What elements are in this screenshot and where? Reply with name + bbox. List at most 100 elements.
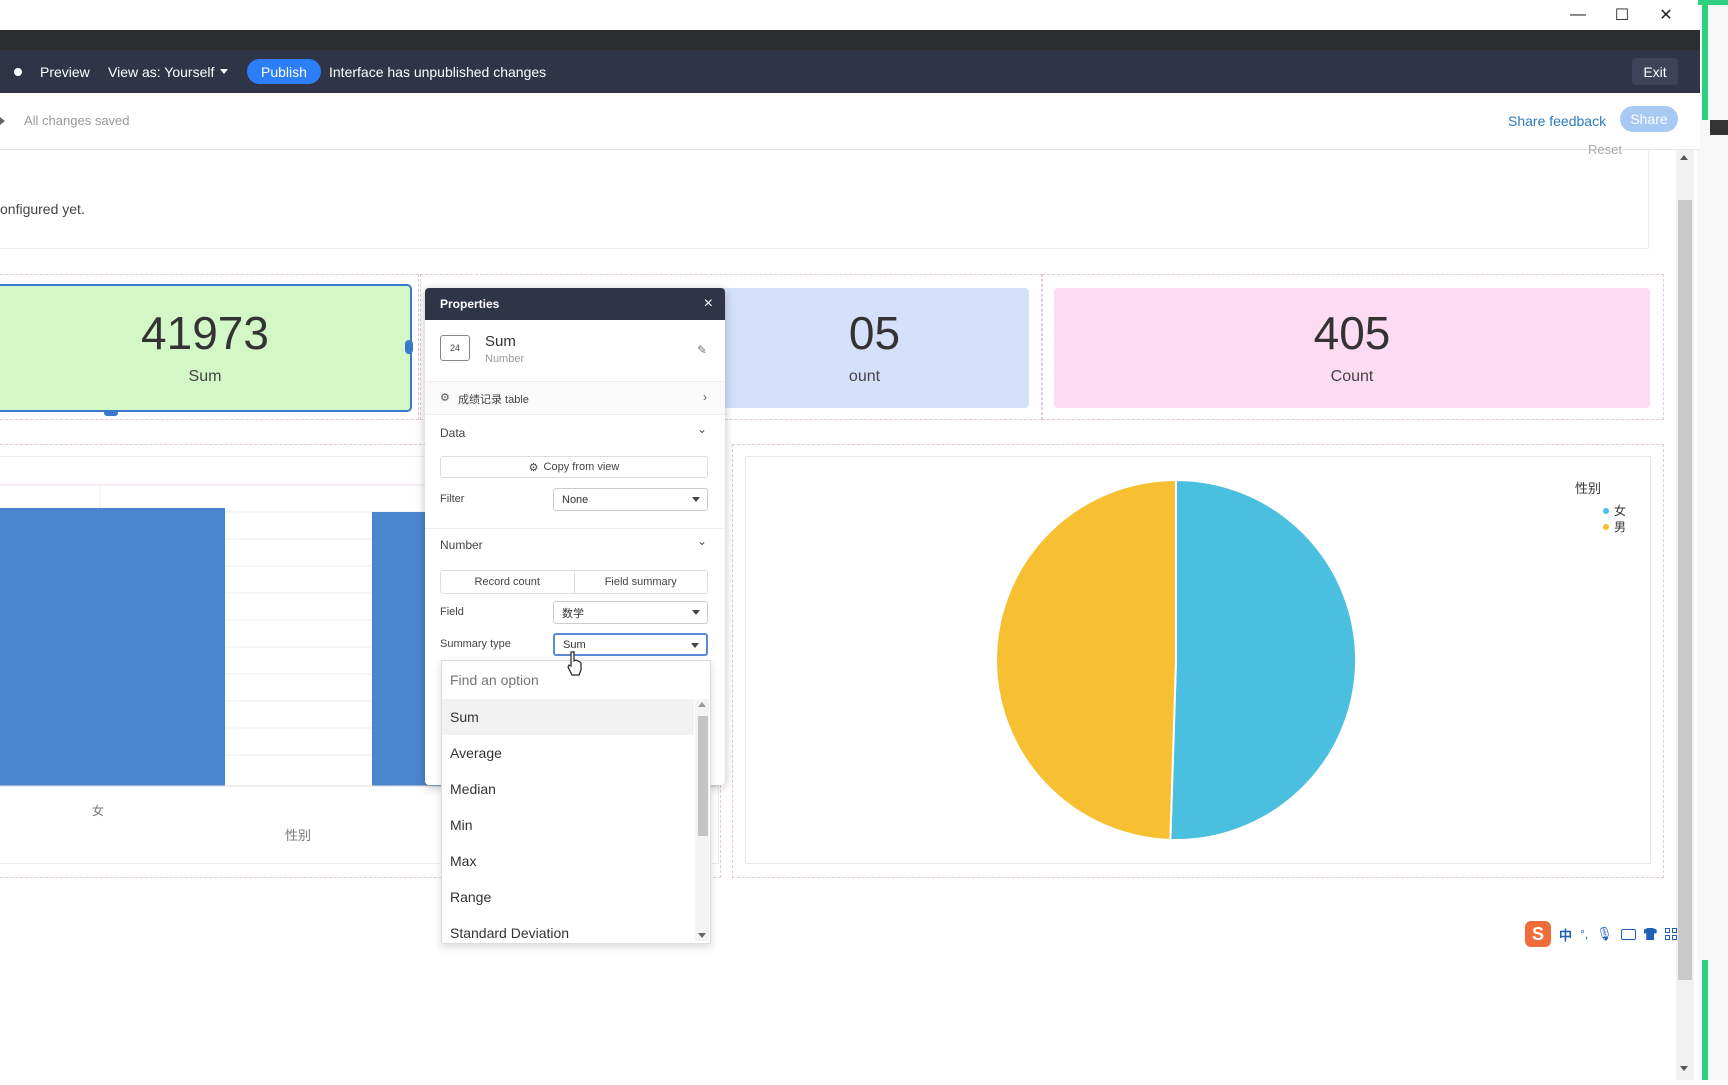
number-card-sum[interactable]: 41973 Sum	[0, 284, 412, 412]
option-range[interactable]: Range	[442, 879, 694, 915]
publish-button[interactable]: Publish	[247, 59, 321, 84]
scroll-up-icon[interactable]	[1680, 155, 1688, 160]
caret-down-icon	[692, 497, 700, 502]
hand-cursor-icon	[567, 651, 582, 676]
source-table-row[interactable]: ⚙ 成绩记录 table ›	[425, 382, 725, 414]
chevron-right-icon: ›	[703, 390, 707, 404]
field-select[interactable]: 数学	[553, 601, 708, 624]
filter-label: Filter	[440, 493, 465, 505]
number-card-count[interactable]: 05 ount	[700, 288, 1029, 408]
app-header: Preview View as: Yourself Publish Interf…	[0, 50, 1700, 93]
number-mode-tabs: Record count Field summary	[440, 570, 708, 594]
number-badge: 24	[449, 343, 460, 353]
ime-toolbar: S 中 °, 🎙	[1525, 918, 1700, 950]
option-min[interactable]: Min	[442, 807, 694, 843]
option-sum[interactable]: Sum	[442, 699, 694, 735]
copy-from-view-button[interactable]: ⚙ Copy from view	[440, 456, 708, 478]
summary-type-value: Sum	[563, 638, 586, 651]
scroll-down-icon[interactable]	[1680, 1066, 1688, 1071]
element-name: Sum	[485, 333, 516, 350]
dropdown-scrollbar-thumb[interactable]	[698, 716, 708, 836]
filter-value: None	[562, 493, 589, 506]
chevron-down-icon[interactable]: ⌄	[697, 534, 707, 548]
option-average[interactable]: Average	[442, 735, 694, 771]
not-configured-text: onfigured yet.	[0, 201, 85, 217]
page-scrollbar-thumb[interactable]	[1678, 200, 1692, 980]
preview-toggle[interactable]	[14, 68, 22, 76]
skin-icon[interactable]	[1643, 928, 1657, 940]
minimize-button[interactable]: —	[1560, 4, 1596, 26]
copy-from-view-label: Copy from view	[543, 461, 620, 473]
ime-language[interactable]: 中	[1559, 925, 1572, 944]
top-element-card[interactable]	[0, 150, 1649, 249]
apps-grid-icon[interactable]	[1664, 928, 1677, 940]
close-icon: ✕	[1659, 7, 1673, 24]
minimize-icon: —	[1570, 6, 1586, 23]
number-card-label: Sum	[188, 368, 222, 385]
legend-dot-nan	[1603, 524, 1609, 530]
source-table-label: 成绩记录 table	[458, 394, 529, 406]
view-as-label: View as: Yourself	[108, 63, 215, 80]
element-type: Number	[485, 353, 525, 365]
number-card-count-2[interactable]: 405 Count	[1054, 288, 1650, 408]
microphone-icon[interactable]: 🎙	[1596, 926, 1613, 942]
maximize-button[interactable]: ☐	[1604, 4, 1640, 26]
filter-select[interactable]: None	[553, 488, 708, 511]
number-type-icon: 24	[440, 335, 470, 361]
window-edge	[1688, 0, 1728, 1080]
bar-x-axis-label: 性别	[285, 829, 311, 844]
caret-down-icon	[691, 643, 699, 648]
close-window-button[interactable]: ✕	[1648, 4, 1684, 26]
legend-dot-nv	[1603, 508, 1609, 514]
pie-legend-item: 男	[1614, 520, 1626, 534]
caret-icon[interactable]	[0, 117, 5, 125]
number-card-label: Count	[1330, 368, 1374, 385]
sogou-logo-icon[interactable]: S	[1525, 921, 1551, 947]
bar-nv	[0, 508, 225, 786]
reset-button[interactable]: Reset	[1588, 142, 1622, 157]
pie-chart-card[interactable]: 性别 女 男	[745, 456, 1651, 864]
maximize-icon: ☐	[1614, 7, 1630, 24]
toolbar: All changes saved Share feedback Share	[0, 93, 1700, 150]
tab-field-summary[interactable]: Field summary	[575, 571, 708, 593]
data-section-header[interactable]: Data	[440, 426, 465, 440]
properties-title: Properties	[440, 297, 500, 311]
number-card-value: 05	[848, 307, 901, 359]
scroll-down-icon[interactable]	[698, 933, 706, 938]
ime-punctuation[interactable]: °,	[1580, 927, 1588, 941]
view-as-dropdown[interactable]: View as: Yourself	[108, 50, 229, 93]
option-median[interactable]: Median	[442, 771, 694, 807]
bar-tick-label: 女	[92, 803, 104, 818]
number-card-label: ount	[848, 368, 881, 385]
share-feedback-link[interactable]: Share feedback	[1508, 113, 1606, 129]
summary-type-label: Summary type	[440, 638, 511, 650]
option-standard-deviation[interactable]: Standard Deviation	[442, 915, 694, 951]
share-button[interactable]: Share	[1620, 106, 1678, 132]
gear-icon: ⚙	[440, 392, 450, 404]
chevron-down-icon[interactable]: ⌄	[697, 422, 707, 436]
scroll-up-icon[interactable]	[698, 702, 706, 707]
number-section-header[interactable]: Number	[440, 538, 483, 552]
close-panel-button[interactable]: ×	[704, 295, 713, 313]
preview-label[interactable]: Preview	[40, 50, 90, 93]
browser-strip	[0, 30, 1700, 50]
tab-record-count[interactable]: Record count	[441, 571, 575, 593]
pie-legend-item: 女	[1614, 503, 1626, 518]
caret-down-icon	[692, 610, 700, 615]
keyboard-icon[interactable]	[1620, 928, 1636, 940]
resize-handle-right[interactable]	[405, 340, 413, 354]
field-value: 数学	[562, 607, 584, 620]
save-status: All changes saved	[24, 113, 130, 128]
exit-button[interactable]: Exit	[1632, 58, 1678, 85]
edit-pencil-icon[interactable]: ✎	[697, 343, 707, 357]
pie-chart: 性别 女 男	[995, 478, 1626, 841]
option-max[interactable]: Max	[442, 843, 694, 879]
caret-down-icon	[220, 69, 229, 74]
summary-type-dropdown: Sum Average Median Min Max Range Standar…	[441, 660, 711, 944]
field-label: Field	[440, 606, 464, 618]
number-card-value: 405	[1313, 307, 1391, 359]
resize-handle-bottom[interactable]	[104, 410, 118, 416]
pie-legend-title: 性别	[1575, 482, 1601, 497]
window-titlebar	[0, 0, 1728, 31]
pie-slice-nan	[995, 478, 1177, 841]
